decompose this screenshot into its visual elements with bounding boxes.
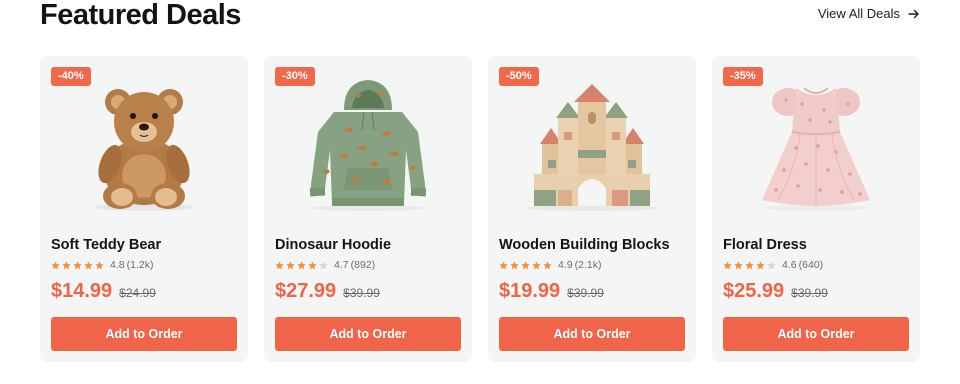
star-filled-icon [521, 260, 530, 269]
star-rating [499, 260, 552, 270]
star-filled-icon [510, 260, 519, 269]
teddy-bear-image[interactable] [64, 72, 224, 212]
rating-value: 4.8 [110, 259, 125, 271]
price-block: $27.99 $39.99 [275, 280, 380, 303]
star-filled-icon [84, 260, 93, 269]
review-count: (892) [350, 259, 376, 271]
star-filled-icon [723, 260, 732, 269]
star-filled-icon [734, 260, 743, 269]
star-filled-icon [745, 260, 754, 269]
product-rating: 4.7 (892) [275, 259, 375, 271]
star-filled-icon [297, 260, 306, 269]
section-header: Featured Deals View All Deals [40, 0, 920, 34]
price-block: $14.99 $24.99 [51, 280, 156, 303]
view-all-deals-link[interactable]: View All Deals [818, 6, 920, 21]
original-price: $39.99 [343, 286, 380, 300]
product-card[interactable]: -50% Wooden Building Blocks 4.9 (2.1k) $… [488, 56, 696, 362]
product-rating: 4.9 (2.1k) [499, 259, 601, 271]
arrow-right-icon [908, 9, 919, 18]
sale-price: $25.99 [723, 280, 785, 302]
star-filled-icon [286, 260, 295, 269]
product-name[interactable]: Wooden Building Blocks [499, 237, 670, 253]
add-to-order-button[interactable]: Add to Order [275, 317, 461, 351]
review-count: (1.2k) [126, 259, 154, 271]
star-filled-icon [51, 260, 60, 269]
section-title: Featured Deals [40, 0, 241, 31]
original-price: $39.99 [791, 286, 828, 300]
star-empty-icon [319, 260, 328, 269]
sale-price: $19.99 [499, 280, 561, 302]
product-name[interactable]: Soft Teddy Bear [51, 237, 161, 253]
star-filled-icon [95, 260, 104, 269]
view-all-label: View All Deals [817, 6, 900, 21]
price-block: $19.99 $39.99 [499, 280, 604, 303]
star-filled-icon [543, 260, 552, 269]
star-empty-icon [767, 260, 776, 269]
rating-value: 4.7 [334, 259, 349, 271]
product-name[interactable]: Floral Dress [723, 237, 807, 253]
rating-value: 4.9 [558, 259, 573, 271]
product-card[interactable]: -30% Dinosaur Hoodie 4.7 (892) $27.99 $3… [264, 56, 472, 362]
review-count: (2.1k) [574, 259, 602, 271]
star-filled-icon [308, 260, 317, 269]
rating-value: 4.6 [782, 259, 797, 271]
star-filled-icon [756, 260, 765, 269]
dinosaur-hoodie-image[interactable] [288, 72, 448, 212]
floral-dress-image[interactable] [736, 72, 896, 212]
star-rating [275, 260, 328, 270]
star-rating [51, 260, 104, 270]
product-card[interactable]: -40% Soft Teddy Bear 4.8 (1.2k) $14.99 $… [40, 56, 248, 362]
wooden-blocks-image[interactable] [512, 72, 672, 212]
price-block: $25.99 $39.99 [723, 280, 828, 303]
product-rating: 4.6 (640) [723, 259, 823, 271]
star-filled-icon [73, 260, 82, 269]
product-name[interactable]: Dinosaur Hoodie [275, 237, 391, 253]
star-rating [723, 260, 776, 270]
product-rating: 4.8 (1.2k) [51, 259, 153, 271]
star-filled-icon [275, 260, 284, 269]
sale-price: $27.99 [275, 280, 337, 302]
star-filled-icon [499, 260, 508, 269]
add-to-order-button[interactable]: Add to Order [723, 317, 909, 351]
add-to-order-button[interactable]: Add to Order [51, 317, 237, 351]
original-price: $39.99 [567, 286, 604, 300]
deals-grid: -40% Soft Teddy Bear 4.8 (1.2k) $14.99 $… [40, 56, 920, 362]
star-filled-icon [62, 260, 71, 269]
original-price: $24.99 [119, 286, 156, 300]
star-filled-icon [532, 260, 541, 269]
review-count: (640) [798, 259, 824, 271]
sale-price: $14.99 [51, 280, 113, 302]
product-card[interactable]: -35% Floral Dress 4.6 (640) $25.99 $39.9… [712, 56, 920, 362]
add-to-order-button[interactable]: Add to Order [499, 317, 685, 351]
